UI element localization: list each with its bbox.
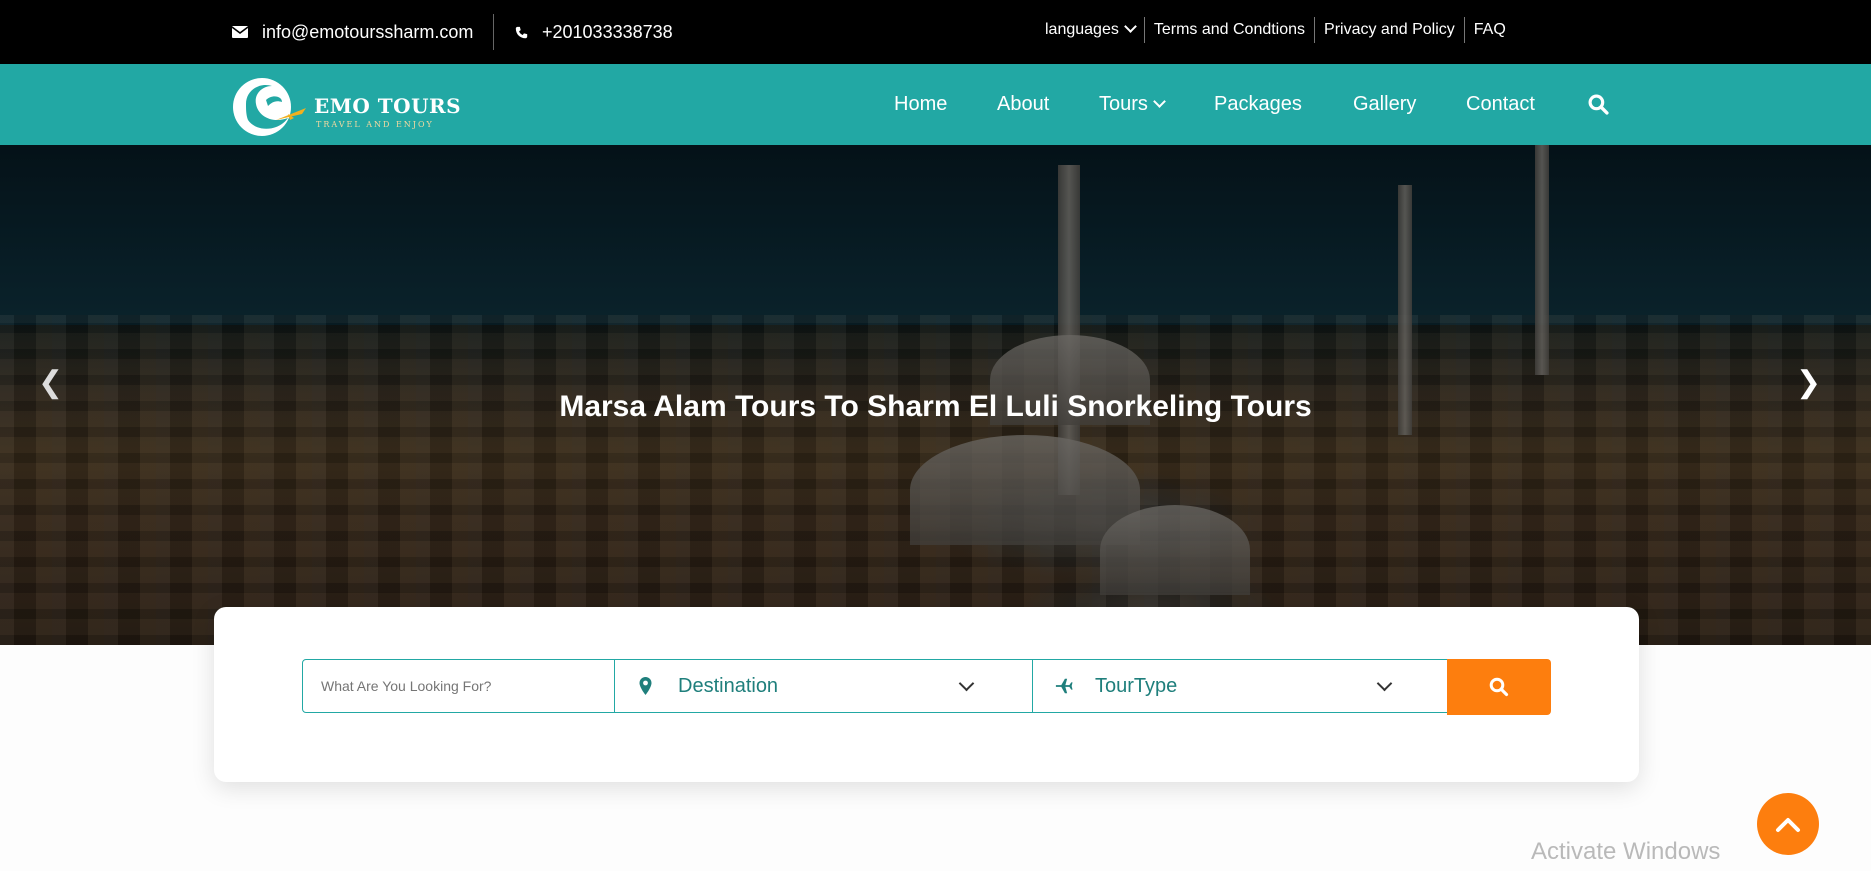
top-links: languages Terms and Condtions Privacy an… <box>1045 0 1506 60</box>
phone-contact[interactable]: +201033338738 <box>515 0 673 64</box>
nav-packages[interactable]: Packages <box>1214 93 1302 116</box>
search-card: Destination TourType <box>214 607 1639 782</box>
nav-tours[interactable]: Tours <box>1099 93 1166 116</box>
email-contact[interactable]: info@emotourssharm.com <box>232 0 473 64</box>
hero-slider: ❮ ❯ Marsa Alam Tours To Sharm El Luli Sn… <box>0 145 1871 645</box>
nav-home[interactable]: Home <box>894 93 947 116</box>
link-separator <box>1463 17 1465 43</box>
chevron-down-icon <box>1153 95 1166 108</box>
map-marker-icon <box>639 677 652 695</box>
top-bar: info@emotourssharm.com +201033338738 lan… <box>0 0 1871 64</box>
chevron-down-icon <box>1123 20 1137 33</box>
keyword-field[interactable] <box>302 659 615 713</box>
faq-link[interactable]: FAQ <box>1474 21 1506 39</box>
main-navbar: EMO TOURS TRAVEL AND ENJOY Home About To… <box>0 64 1871 145</box>
nav-gallery[interactable]: Gallery <box>1353 93 1416 116</box>
chevron-down-icon <box>958 675 975 692</box>
tourtype-label: TourType <box>1095 674 1178 697</box>
tourtype-select[interactable]: TourType <box>1032 659 1449 713</box>
search-icon <box>1489 677 1509 697</box>
link-separator <box>1314 17 1316 43</box>
nav-contact[interactable]: Contact <box>1466 93 1535 116</box>
link-separator <box>1143 17 1145 43</box>
phone-text[interactable]: +201033338738 <box>542 22 673 43</box>
topbar-divider <box>493 14 494 50</box>
keyword-input[interactable] <box>303 677 614 695</box>
phone-icon <box>515 26 528 38</box>
envelope-icon <box>232 26 248 38</box>
activate-windows-watermark: Activate Windows <box>1531 838 1721 865</box>
chevron-down-icon <box>1376 675 1393 692</box>
hero-title: Marsa Alam Tours To Sharm El Luli Snorke… <box>559 390 1312 423</box>
languages-dropdown[interactable]: languages <box>1045 20 1137 39</box>
nav-tours-label[interactable]: Tours <box>1099 93 1148 115</box>
destination-select[interactable]: Destination <box>614 659 1033 713</box>
plane-icon <box>1055 678 1073 694</box>
search-submit-button[interactable] <box>1447 659 1551 715</box>
destination-label: Destination <box>678 674 779 697</box>
privacy-link[interactable]: Privacy and Policy <box>1324 21 1455 39</box>
search-icon[interactable] <box>1588 94 1609 115</box>
terms-link[interactable]: Terms and Condtions <box>1154 21 1305 39</box>
chevron-up-icon <box>1776 818 1800 832</box>
nav-about[interactable]: About <box>997 93 1049 116</box>
languages-label[interactable]: languages <box>1045 21 1119 38</box>
back-to-top-button[interactable] <box>1757 793 1819 855</box>
email-text[interactable]: info@emotourssharm.com <box>262 22 473 43</box>
